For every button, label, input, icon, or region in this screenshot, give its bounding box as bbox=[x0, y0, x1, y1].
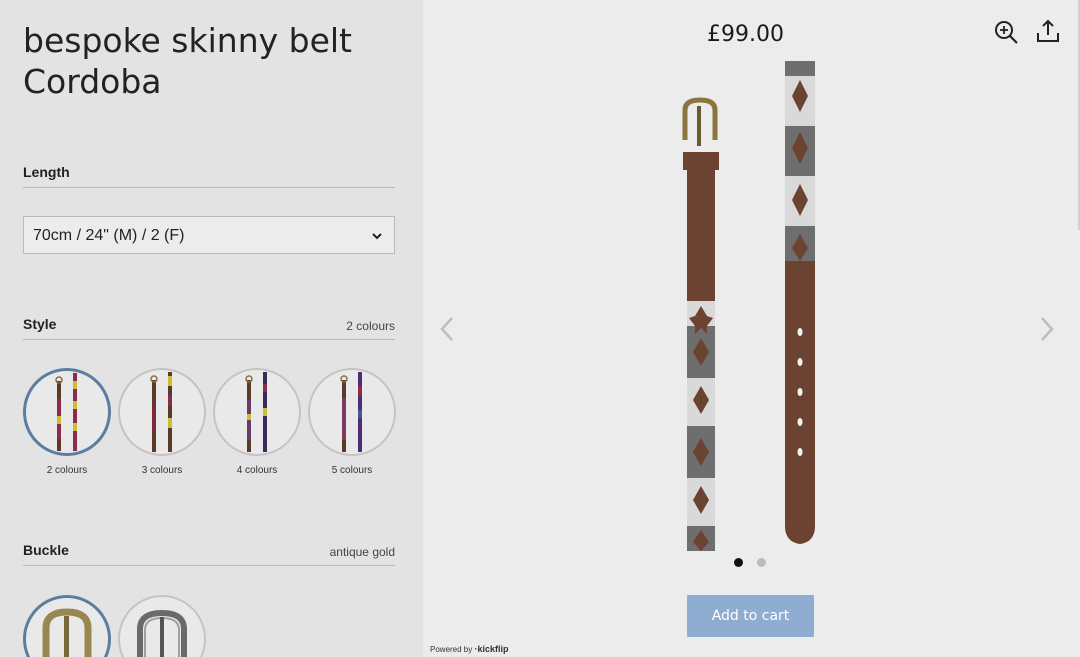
configurator-panel: bespoke skinny belt Cordoba Length 70cm … bbox=[0, 0, 423, 657]
style-swatch bbox=[23, 368, 111, 456]
silver-buckle-icon bbox=[137, 609, 187, 657]
pagination-dot-active[interactable] bbox=[734, 558, 743, 567]
style-option-3-colours[interactable]: 3 colours bbox=[118, 368, 206, 476]
gold-buckle-icon bbox=[42, 608, 92, 657]
add-to-cart-button[interactable]: Add to cart bbox=[687, 595, 814, 637]
style-swatch bbox=[118, 368, 206, 456]
style-selected-value: 2 colours bbox=[346, 319, 395, 333]
belt-thumbnail-icon bbox=[340, 372, 362, 452]
length-label: Length bbox=[23, 164, 70, 180]
belt-thumbnail-icon bbox=[245, 372, 267, 452]
style-option-label: 2 colours bbox=[46, 465, 88, 476]
share-icon[interactable] bbox=[1035, 18, 1061, 44]
powered-by: Powered by ·kickflip bbox=[430, 644, 509, 654]
belt-thumbnail-icon bbox=[150, 372, 172, 452]
product-title: bespoke skinny belt Cordoba bbox=[23, 20, 403, 102]
buckle-selected-value: antique gold bbox=[329, 545, 395, 559]
product-price: £99.00 bbox=[707, 22, 784, 47]
style-swatch bbox=[213, 368, 301, 456]
product-title-line1: bespoke skinny belt bbox=[23, 21, 352, 60]
kickflip-logo[interactable]: ·kickflip bbox=[474, 644, 508, 654]
length-selected-value: 70cm / 24" (M) / 2 (F) bbox=[33, 227, 185, 244]
length-section-header: Length bbox=[23, 164, 395, 188]
style-option-label: 4 colours bbox=[236, 465, 278, 476]
chevron-down-icon bbox=[372, 233, 382, 240]
pagination-dot[interactable] bbox=[757, 558, 766, 567]
style-swatch bbox=[308, 368, 396, 456]
product-title-line2: Cordoba bbox=[23, 62, 162, 101]
style-option-5-colours[interactable]: 5 colours bbox=[308, 368, 396, 476]
buckle-section-header: Buckle antique gold bbox=[23, 542, 395, 566]
style-section-header: Style 2 colours bbox=[23, 316, 395, 340]
product-gallery: £99.00 Add to cart Powered by ·kickflip bbox=[423, 0, 1080, 657]
style-option-label: 5 colours bbox=[331, 465, 373, 476]
buckle-option-silver[interactable] bbox=[118, 595, 206, 657]
chevron-right-icon[interactable] bbox=[1037, 314, 1057, 344]
style-label: Style bbox=[23, 316, 57, 332]
style-option-4-colours[interactable]: 4 colours bbox=[213, 368, 301, 476]
product-image bbox=[682, 61, 815, 551]
buckle-swatch bbox=[118, 595, 206, 657]
length-select[interactable]: 70cm / 24" (M) / 2 (F) bbox=[23, 216, 395, 254]
buckle-option-antique-gold[interactable] bbox=[23, 595, 111, 657]
zoom-in-icon[interactable] bbox=[993, 19, 1019, 45]
powered-by-prefix: Powered by bbox=[430, 645, 473, 654]
buckle-label: Buckle bbox=[23, 542, 69, 558]
buckle-swatch bbox=[23, 595, 111, 657]
chevron-left-icon[interactable] bbox=[437, 314, 457, 344]
belt-thumbnail-icon bbox=[55, 373, 77, 451]
style-option-label: 3 colours bbox=[141, 465, 183, 476]
style-option-2-colours[interactable]: 2 colours bbox=[23, 368, 111, 476]
